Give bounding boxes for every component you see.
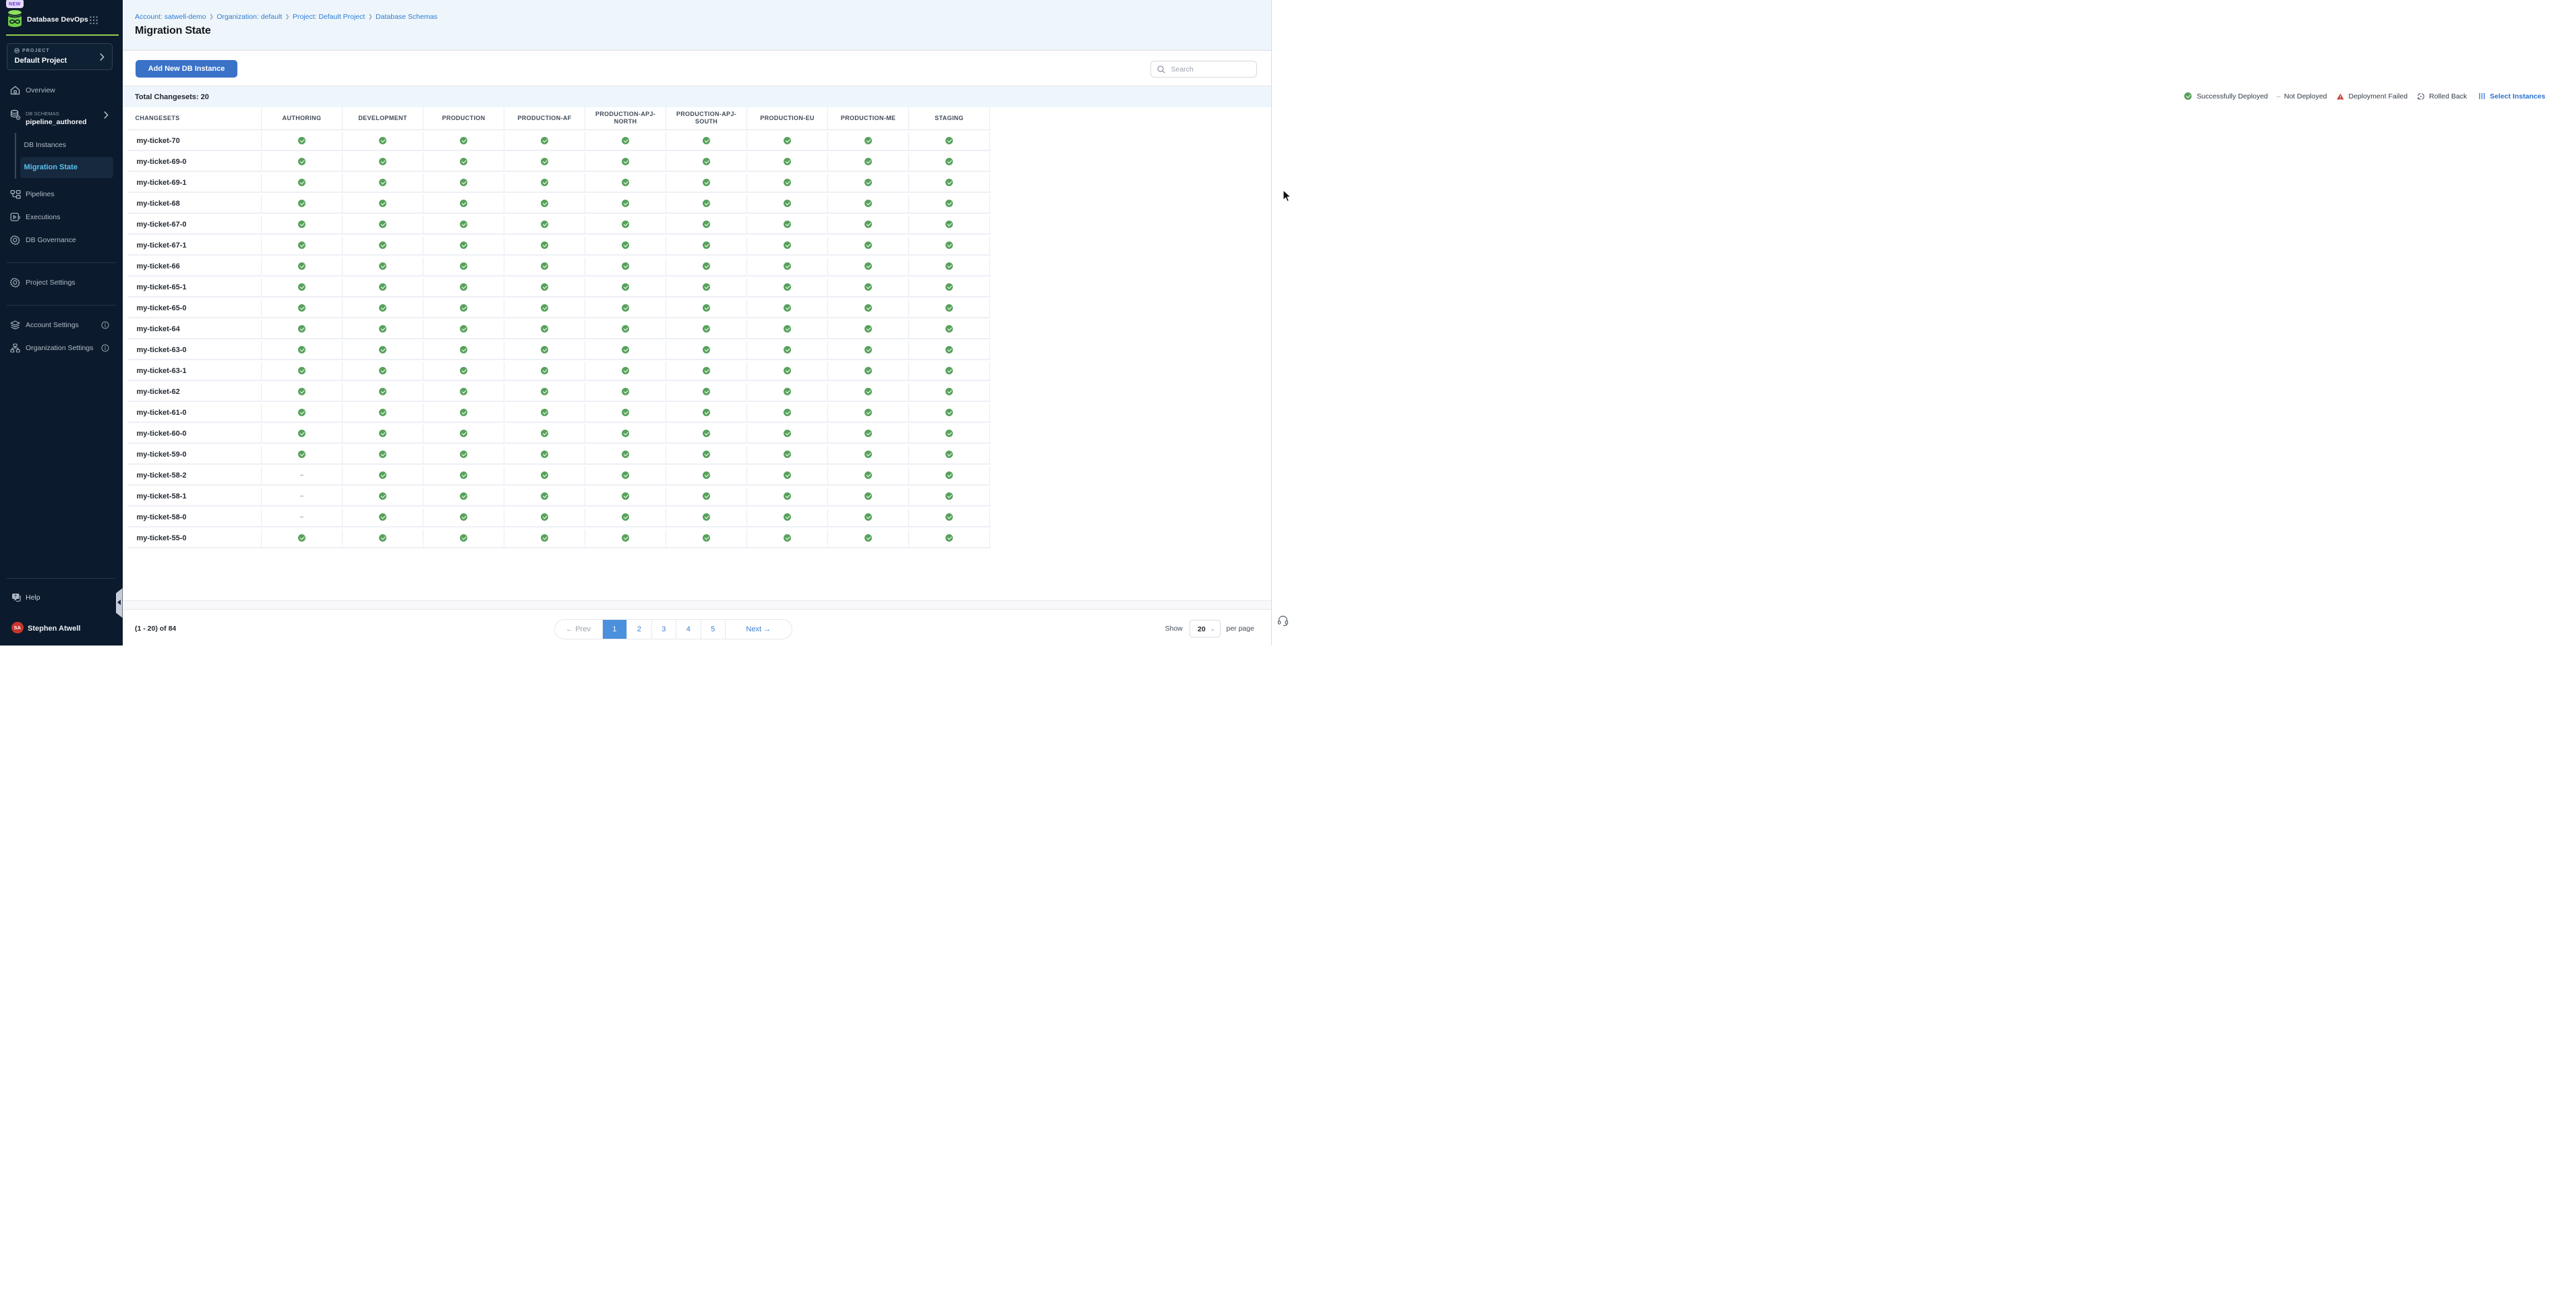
- svg-text:?: ?: [14, 595, 17, 599]
